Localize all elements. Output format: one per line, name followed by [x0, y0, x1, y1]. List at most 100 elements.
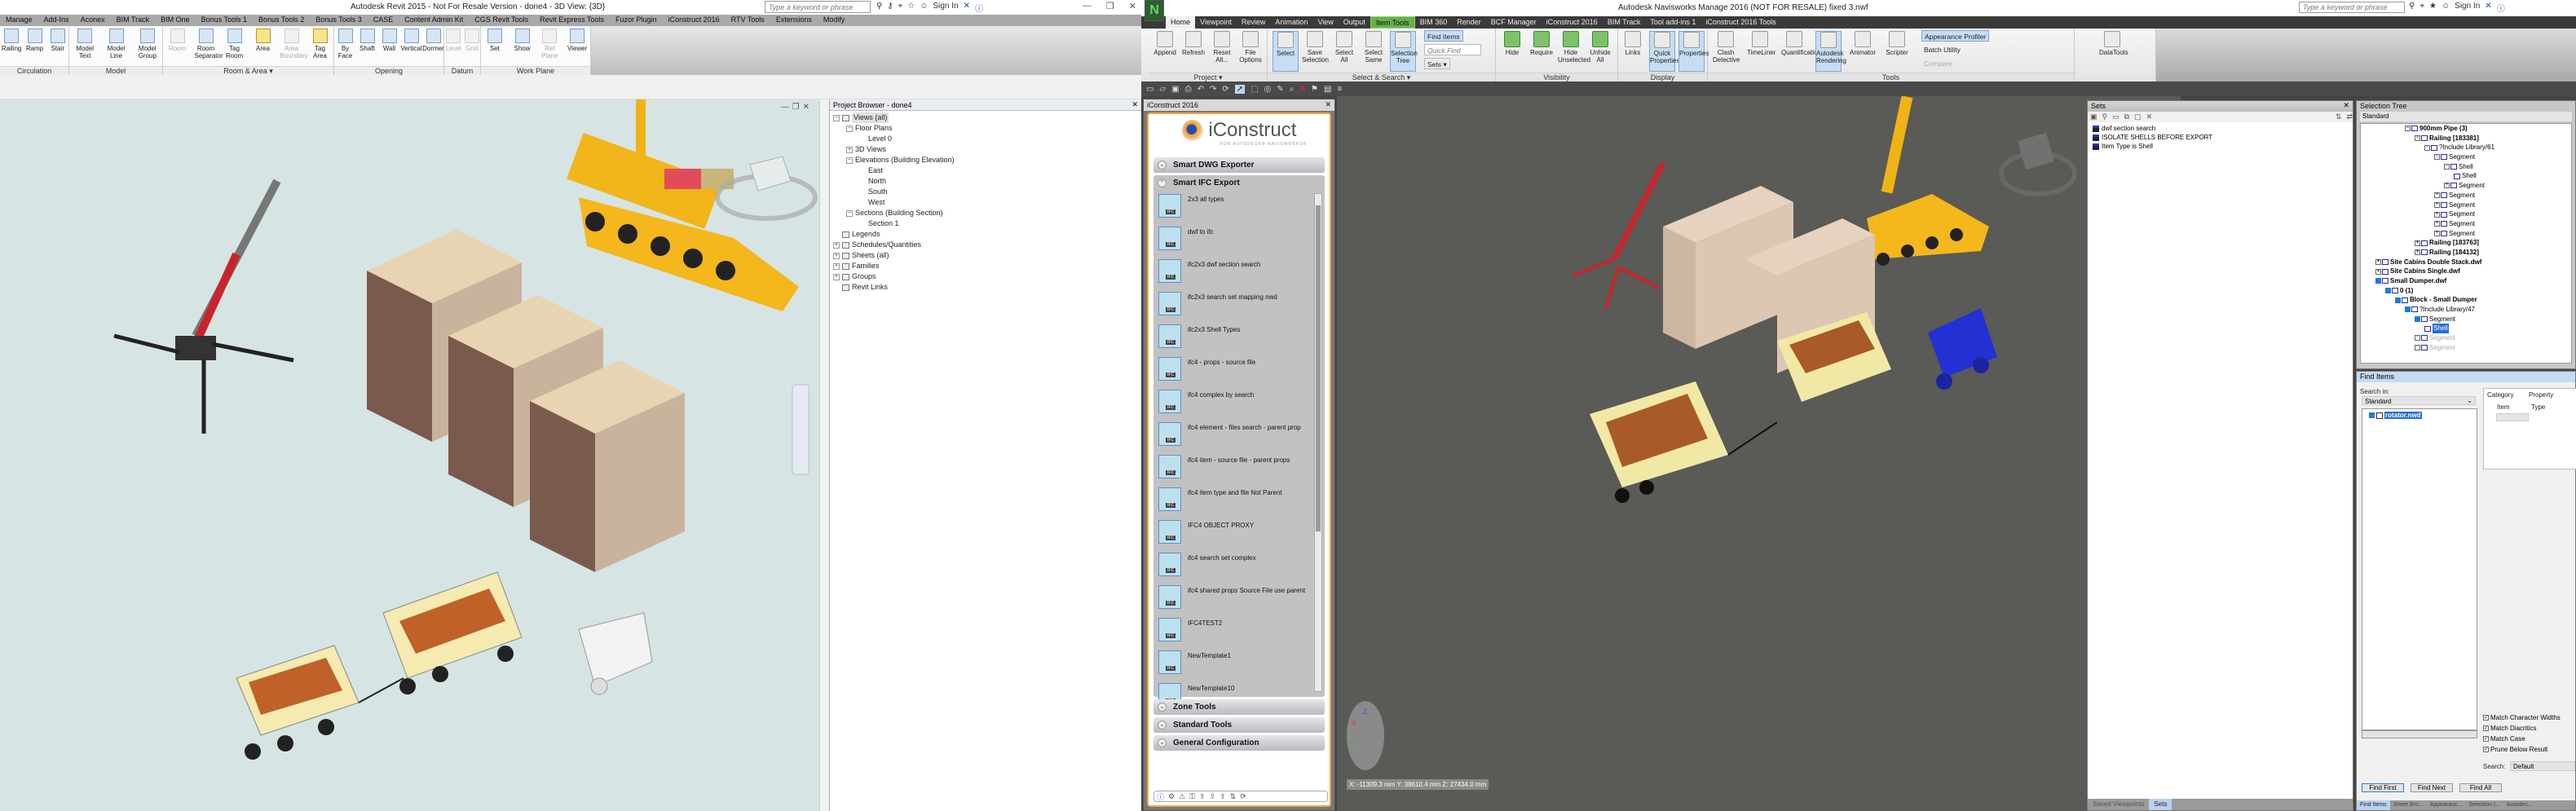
expand-icon[interactable]: +	[2434, 192, 2440, 199]
file-options-button[interactable]: File Options	[1237, 31, 1264, 64]
collapse-icon[interactable]	[2369, 412, 2375, 418]
restore-view-icon[interactable]: ❐	[792, 103, 800, 112]
autodesk-rendering-button[interactable]: Autodesk Rendering	[1815, 31, 1846, 72]
wall-button[interactable]: Wall	[378, 29, 401, 52]
user-icon[interactable]: ☺	[2441, 2, 2450, 14]
tab-tool-add-ins-1[interactable]: Tool add-ins 1	[1645, 16, 1700, 29]
tab-case[interactable]: CASE	[368, 15, 399, 26]
binoculars-icon[interactable]: ⚲	[2409, 2, 2415, 14]
tree-node-elevations-building-elevation[interactable]: − Elevations (Building Elevation)	[833, 155, 1138, 165]
quick-properties-button[interactable]: Quick Properties	[1649, 31, 1679, 72]
select-cursor-icon[interactable]: ➚	[1234, 84, 1246, 94]
tab-bonus-tools-2[interactable]: Bonus Tools 2	[253, 15, 310, 26]
tab-rtv-tools[interactable]: RTV Tools	[726, 15, 770, 26]
export3-icon[interactable]: ⇪	[1220, 792, 1226, 801]
appearance-profiler-button[interactable]: Appearance Profiler	[1921, 30, 1990, 42]
open-icon[interactable]: ▱	[1159, 85, 1166, 94]
model-text-button[interactable]: Model Text	[73, 29, 96, 60]
expand-icon[interactable]: +	[833, 241, 840, 249]
minimize-view-icon[interactable]: —	[781, 103, 789, 112]
room-separator-button[interactable]: Room Separator	[195, 29, 223, 60]
tree-node-floor-plans[interactable]: − Floor Plans	[833, 123, 1138, 134]
section-smart-dwg-exporter[interactable]: ⌄ Smart DWG Exporter	[1153, 157, 1325, 173]
expand-icon[interactable]: +	[833, 273, 840, 280]
sort-icon[interactable]: ⇅	[2336, 112, 2342, 121]
tree-node-north[interactable]: North	[833, 176, 1138, 187]
revit-search-input[interactable]: Type a keyword or phrase	[765, 1, 871, 13]
collapse-icon[interactable]: −	[2415, 135, 2420, 142]
tab-bim-one[interactable]: BIM One	[155, 15, 196, 26]
quick-find-input[interactable]: Quick Find	[1424, 44, 1481, 55]
ifc-template-item[interactable]: ifc4 search set complex	[1153, 549, 1325, 582]
license-icon[interactable]: ⚿	[1189, 792, 1195, 801]
ifc-template-item[interactable]: dwf to ifc	[1153, 223, 1325, 256]
selection-tree-button[interactable]: Selection Tree	[1390, 31, 1418, 72]
tree-node-legends[interactable]: Legends	[833, 229, 1138, 240]
navis-3d-viewport[interactable]: Z X Y X: -11309.3 mm Y: 38610.4 mm Z: 27…	[1337, 96, 2181, 811]
selection-tree-node[interactable]: + Segment	[2361, 209, 2571, 219]
require-button[interactable]: Require	[1528, 31, 1555, 56]
find-items-button[interactable]: Find Items	[1424, 30, 1463, 42]
selection-tree-node[interactable]: + Site Cabins Double Stack.dwf	[2361, 258, 2571, 267]
tree-node-south[interactable]: South	[833, 187, 1138, 197]
text-icon[interactable]: A	[1299, 85, 1305, 94]
tab-output[interactable]: Output	[1339, 16, 1370, 29]
selection-tree-node[interactable]: + Railing [184132]	[2361, 248, 2571, 258]
sign-in-link[interactable]: Sign In	[2455, 2, 2480, 14]
selection-tree-node[interactable]: − Railing [183381]	[2361, 134, 2571, 143]
tree-node-sections-building-section[interactable]: − Sections (Building Section)	[833, 208, 1138, 218]
by-face-button[interactable]: By Face	[334, 29, 357, 60]
ifc-template-item[interactable]: ifc2x3 Shell Types	[1153, 321, 1325, 354]
selection-tree-node[interactable]: − 900mm Pipe (3)	[2361, 124, 2571, 134]
railing-button[interactable]: Railing	[0, 29, 23, 52]
tab-aconex[interactable]: Aconex	[75, 15, 111, 26]
tree-node-views-all[interactable]: − Views (all)	[833, 112, 1138, 123]
save-selection-icon[interactable]: ▣	[2090, 112, 2097, 121]
option-prune-below-result[interactable]: ✓ Prune Below Result	[2483, 746, 2547, 753]
close-icon[interactable]: ✕	[2343, 101, 2349, 110]
expand-icon[interactable]: +	[833, 262, 840, 270]
collapse-icon[interactable]: −	[2434, 154, 2440, 161]
sign-in-link[interactable]: Sign In	[933, 2, 958, 14]
tab-find-items[interactable]: Find Items	[2357, 800, 2390, 810]
star-icon[interactable]: ★	[2429, 2, 2437, 14]
comment-icon[interactable]: ▢	[2134, 112, 2142, 121]
ifc-template-item[interactable]: ifc4 shared props Source File use parent	[1153, 582, 1325, 615]
import-export-icon[interactable]: ⇄	[2346, 112, 2353, 121]
tree-node-schedules-quantities[interactable]: + Schedules/Quantities	[833, 240, 1138, 250]
find-tree-hscrollbar[interactable]	[2362, 730, 2477, 738]
tag-room-button[interactable]: Tag Room	[223, 29, 246, 60]
tree-node-section-1[interactable]: Section 1	[833, 218, 1138, 229]
selection-tree-mode-dropdown[interactable]: Standard	[2360, 112, 2572, 121]
expand-icon[interactable]: +	[2434, 211, 2440, 218]
restore-button[interactable]: ❐	[1106, 1, 1114, 11]
selection-tree-node[interactable]: − Shell	[2361, 162, 2571, 172]
timeliner-button[interactable]: TimeLiner	[1747, 31, 1775, 56]
search-in-dropdown[interactable]: Standard ⌄	[2362, 396, 2476, 405]
tree-node-level-0[interactable]: Level 0	[833, 134, 1138, 144]
select-box-icon[interactable]: ⬚	[1251, 85, 1258, 94]
navis-search-input[interactable]: Type a keyword or phrase	[2299, 2, 2405, 13]
hide-unselected-button[interactable]: Hide Unselected	[1558, 31, 1590, 64]
section-general-configuration[interactable]: ⌄ General Configuration	[1153, 735, 1325, 751]
navisworks-app-button[interactable]: N	[1145, 0, 1164, 21]
tree-item[interactable]: rotator.nwd	[2369, 412, 2477, 419]
tab-bcf-manager[interactable]: BCF Manager	[1486, 16, 1542, 29]
sets-dropdown[interactable]: Sets ▾	[1424, 58, 1450, 69]
model-group-button[interactable]: Model Group	[136, 29, 159, 60]
select-button[interactable]: Select	[1273, 31, 1299, 72]
ifc-list-scrollbar[interactable]	[1314, 193, 1322, 692]
tree-node-sheets-all[interactable]: + Sheets (all)	[833, 250, 1138, 261]
tag-area-button[interactable]: Tag Area	[309, 29, 332, 60]
find-first-button[interactable]: Find First	[2362, 783, 2404, 792]
reset-all-button[interactable]: Reset All...	[1209, 31, 1235, 64]
tab-view[interactable]: View	[1312, 16, 1338, 29]
expand-icon[interactable]: +	[2434, 221, 2440, 227]
close-view-icon[interactable]: ✕	[803, 103, 809, 112]
tree-node-families[interactable]: + Families	[833, 261, 1138, 271]
links-button[interactable]: Links	[1620, 31, 1646, 56]
unhide-all-button[interactable]: Unhide All	[1587, 31, 1613, 64]
save-search-icon[interactable]: ⚲	[2102, 112, 2108, 121]
tab-bim-track[interactable]: BIM Track	[111, 15, 156, 26]
ifc-template-item[interactable]: ifc4 item type and file Not Parent	[1153, 484, 1325, 517]
